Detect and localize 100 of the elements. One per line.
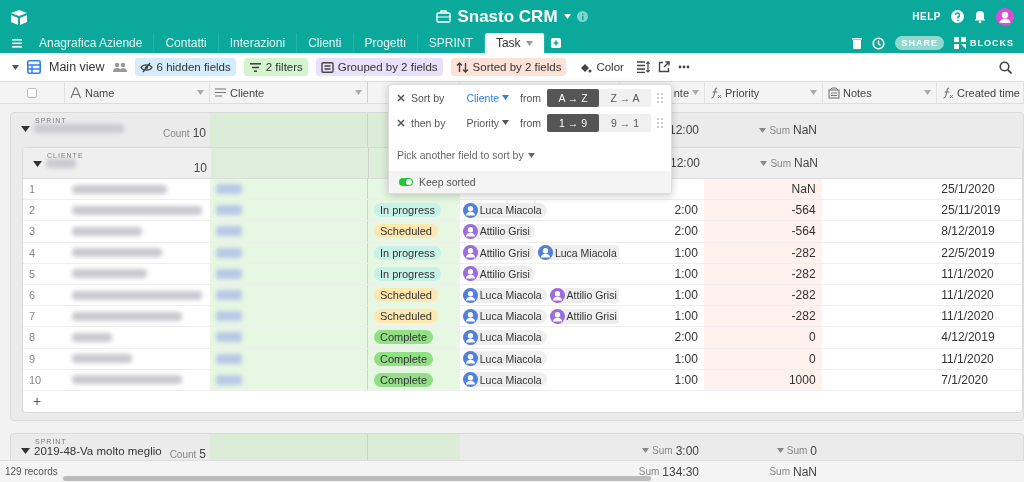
logo-icon[interactable]	[10, 8, 28, 25]
sort-direction-option[interactable]: A → Z	[547, 88, 599, 107]
drag-handle-icon[interactable]	[657, 92, 663, 103]
trash-icon[interactable]	[852, 37, 863, 49]
group-name: 2019-48-Va molto meglio	[34, 444, 162, 457]
tab-caret-icon[interactable]	[525, 40, 533, 46]
row-number: 9	[29, 352, 36, 365]
collapse-caret-icon[interactable]	[21, 447, 30, 454]
sort-direction-option[interactable]: Z → A	[599, 88, 651, 107]
summary-caret-icon[interactable]	[776, 448, 784, 454]
bell-icon[interactable]	[974, 10, 986, 23]
status-tag: In progress	[373, 203, 441, 218]
table-cell: 25/1/2020	[941, 182, 995, 197]
column-header[interactable]: Notes	[843, 86, 872, 99]
view-caret-icon[interactable]	[12, 64, 19, 70]
remove-icon[interactable]	[397, 93, 405, 102]
summary-caret-icon[interactable]	[759, 127, 767, 133]
formula-icon	[942, 86, 954, 99]
sort-direction-option[interactable]: 1 → 9	[547, 113, 599, 132]
blocks-icon	[954, 37, 966, 49]
row-number: 3	[29, 225, 36, 238]
sort-label: then by	[411, 116, 447, 129]
help-icon[interactable]	[951, 10, 964, 23]
grid-icon[interactable]	[27, 60, 41, 74]
caret-icon[interactable]	[563, 14, 571, 19]
summary-value: 0	[810, 443, 817, 458]
text-field-icon	[70, 86, 82, 99]
status-tag: Complete	[373, 330, 434, 345]
status-tag: In progress	[373, 266, 441, 281]
sort-button[interactable]: Sorted by 2 fields	[450, 58, 567, 76]
blurred-chip	[216, 184, 243, 195]
dropdown-caret-icon[interactable]	[527, 152, 535, 158]
column-menu-caret-icon[interactable]	[197, 90, 204, 95]
hide-button[interactable]: 6 hidden fields	[134, 58, 236, 76]
column-menu-caret-icon[interactable]	[924, 90, 931, 95]
checkbox[interactable]	[27, 87, 37, 98]
person-name: Luca Miacola	[479, 331, 542, 344]
view-name[interactable]: Main view	[49, 60, 105, 74]
row-number: 1	[29, 183, 36, 196]
remove-icon[interactable]	[397, 118, 405, 127]
info-icon[interactable]	[576, 11, 588, 22]
sort-direction-option[interactable]: 9 → 1	[599, 113, 651, 132]
color-button[interactable]: Color	[574, 58, 629, 76]
column-menu-caret-icon[interactable]	[810, 90, 817, 95]
people-icon[interactable]	[112, 61, 127, 73]
table-cell: 22/5/2019	[941, 245, 995, 260]
status-tag: Complete	[373, 372, 434, 387]
history-icon[interactable]	[872, 36, 886, 50]
column-menu-caret-icon[interactable]	[692, 90, 699, 95]
summary-label: Sum	[769, 466, 790, 477]
table-cell: 11/1/2020	[941, 351, 994, 366]
table-cell: NaN	[791, 182, 816, 197]
person-name: Luca Miacola	[479, 373, 542, 386]
table-cell: 11/1/2020	[941, 266, 994, 281]
keep-sorted-toggle[interactable]	[399, 178, 413, 186]
column-header[interactable]: Name	[85, 86, 115, 99]
column-header[interactable]: Created time	[957, 86, 1020, 99]
row-number: 2	[29, 204, 36, 217]
tab[interactable]: Task	[484, 33, 545, 53]
dropdown-caret-icon[interactable]	[502, 120, 510, 125]
record-count: 129 records	[5, 466, 58, 477]
table-cell: 25/11/2019	[941, 203, 1001, 218]
collapse-caret-icon[interactable]	[33, 160, 42, 167]
row-height-icon[interactable]	[636, 61, 650, 73]
column-header[interactable]: Priority	[725, 86, 760, 99]
filter-button[interactable]: 2 filters	[243, 58, 308, 76]
drag-handle-icon[interactable]	[657, 117, 663, 128]
more-icon[interactable]	[677, 65, 690, 69]
blurred-text	[46, 159, 76, 168]
summary-caret-icon[interactable]	[760, 160, 768, 166]
table-cell: 1000	[788, 372, 816, 387]
blurred-text	[71, 226, 142, 236]
table-cell: -282	[791, 245, 816, 260]
table-cell: 1:00	[674, 288, 698, 303]
avatar-icon[interactable]	[996, 7, 1014, 26]
horizontal-scrollbar[interactable]	[63, 476, 651, 481]
blurred-text	[71, 354, 132, 364]
column-menu-caret-icon[interactable]	[355, 90, 362, 95]
dropdown-caret-icon[interactable]	[502, 95, 510, 100]
row-number: 7	[29, 310, 36, 323]
column-header[interactable]: Cliente	[230, 86, 265, 99]
add-row-button[interactable]: +	[31, 393, 44, 410]
blurred-chip	[216, 205, 243, 216]
filter-icon	[248, 61, 262, 73]
blurred-chip	[216, 268, 243, 279]
summary-label: Sum	[652, 445, 673, 457]
table-cell: -564	[791, 224, 816, 239]
group-button[interactable]: Grouped by 2 fields	[315, 58, 443, 76]
collapse-caret-icon[interactable]	[21, 125, 30, 132]
search-icon[interactable]	[999, 60, 1012, 74]
summary-caret-icon[interactable]	[642, 448, 650, 454]
summary-value: NaN	[793, 123, 817, 137]
group-icon	[320, 61, 334, 73]
pick-field-link[interactable]: Pick another field to sort by	[397, 149, 524, 161]
field-dropdown[interactable]: Cliente	[466, 91, 514, 104]
share-view-icon[interactable]	[657, 61, 670, 73]
field-dropdown[interactable]: Priority	[466, 116, 514, 129]
column-header[interactable]: nte	[673, 86, 689, 99]
toggle-label: Keep sorted	[419, 176, 476, 188]
row-number: 6	[29, 289, 36, 302]
